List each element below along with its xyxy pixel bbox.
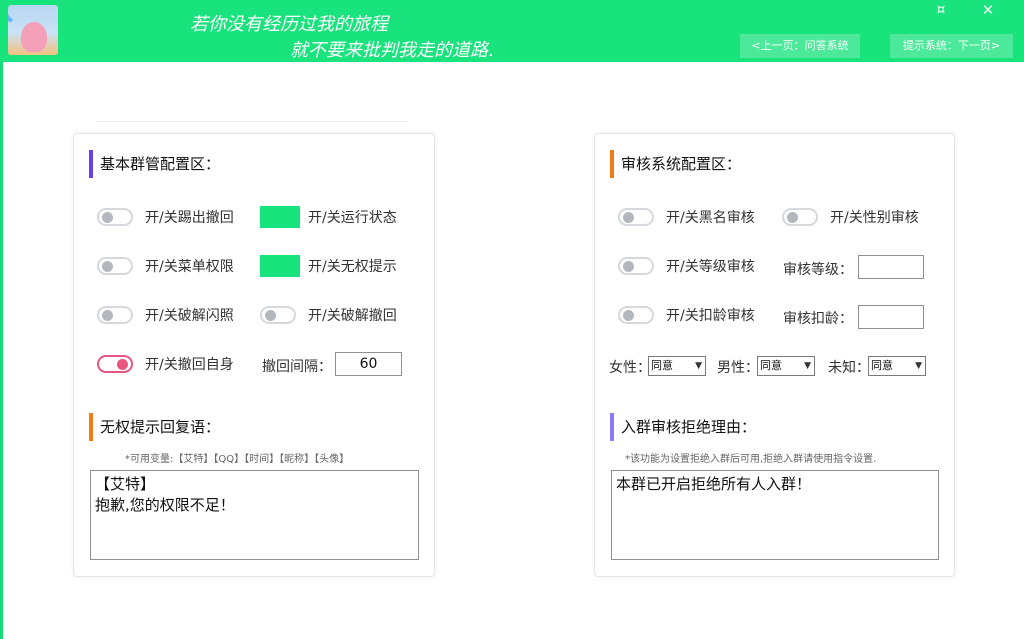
audit-age-input[interactable] bbox=[858, 305, 924, 329]
female-select[interactable]: 同意 ▼ bbox=[648, 356, 706, 376]
female-select-value: 同意 bbox=[651, 359, 673, 372]
window-border bbox=[0, 62, 3, 639]
toggle-switch[interactable] bbox=[97, 355, 133, 373]
male-select-value: 同意 bbox=[760, 359, 782, 372]
accent-bar bbox=[610, 150, 614, 178]
audit-age-label: 审核扣龄： bbox=[783, 311, 853, 327]
audit-config-panel: 审核系统配置区： 开/关黑名审核 开/关性别审核 开/关等级审核 开/关扣龄审核… bbox=[594, 133, 955, 577]
toggle-label: 开/关撤回自身 bbox=[145, 357, 234, 373]
chevron-down-icon: ▼ bbox=[695, 361, 702, 371]
toggle-switch[interactable] bbox=[260, 255, 300, 277]
slogan-line-1: 若你没有经历过我的旅程 bbox=[190, 14, 388, 35]
restore-icon[interactable]: ¤ bbox=[921, 0, 961, 20]
slogan-line-2: 就不要来批判我走的道路. bbox=[290, 40, 494, 61]
toggle-switch[interactable] bbox=[618, 208, 654, 226]
section-title-text: 无权提示回复语： bbox=[100, 418, 221, 436]
toggle-knob bbox=[623, 261, 634, 272]
toggle-switch[interactable] bbox=[260, 206, 300, 228]
toggle-label: 开/关运行状态 bbox=[308, 210, 397, 226]
close-icon[interactable]: ✕ bbox=[968, 0, 1008, 20]
female-label: 女性： bbox=[609, 360, 651, 376]
toggle-switch[interactable] bbox=[260, 306, 296, 324]
patrick-icon bbox=[21, 22, 47, 52]
toggle-knob bbox=[102, 261, 113, 272]
audit-level-input[interactable] bbox=[858, 255, 924, 279]
toggle-label: 开/关踢出撤回 bbox=[145, 210, 234, 226]
toggle-label: 开/关菜单权限 bbox=[145, 259, 234, 275]
unknown-label: 未知： bbox=[828, 360, 870, 376]
section-title-text: 审核系统配置区： bbox=[621, 155, 742, 173]
recall-interval-label: 撤回间隔： bbox=[262, 359, 332, 375]
toggle-knob bbox=[117, 359, 128, 370]
toggle-switch[interactable] bbox=[97, 306, 133, 324]
male-label: 男性： bbox=[717, 360, 759, 376]
chevron-down-icon: ▼ bbox=[804, 361, 811, 371]
accent-bar bbox=[610, 413, 614, 441]
reply-textarea[interactable]: 【艾特】 抱歉,您的权限不足！ bbox=[90, 470, 419, 560]
reject-textarea[interactable]: 本群已开启拒绝所有人入群！ bbox=[611, 470, 939, 560]
chevron-down-icon: ▼ bbox=[915, 361, 922, 371]
avatar[interactable] bbox=[8, 5, 58, 55]
toggle-label: 开/关等级审核 bbox=[666, 259, 755, 275]
toggle-knob bbox=[102, 310, 113, 321]
basic-group-config-panel: 基本群管配置区： 开/关踢出撤回 开/关菜单权限 开/关破解闪照 开/关撤回自身… bbox=[73, 133, 435, 577]
toggle-knob bbox=[623, 212, 634, 223]
toggle-knob bbox=[787, 212, 798, 223]
reject-hint: *该功能为设置拒绝入群后可用,拒绝入群请使用指令设置. bbox=[625, 454, 877, 465]
toggle-label: 开/关破解撤回 bbox=[308, 308, 397, 324]
male-select[interactable]: 同意 ▼ bbox=[757, 356, 815, 376]
toggle-switch[interactable] bbox=[618, 306, 654, 324]
toggle-knob bbox=[623, 310, 634, 321]
accent-bar bbox=[89, 150, 93, 178]
toggle-knob bbox=[102, 212, 113, 223]
divider bbox=[96, 121, 408, 122]
section-title-text: 入群审核拒绝理由： bbox=[621, 418, 757, 436]
toggle-label: 开/关无权提示 bbox=[308, 259, 397, 275]
toggle-label: 开/关性别审核 bbox=[830, 210, 919, 226]
toggle-switch[interactable] bbox=[97, 257, 133, 275]
toggle-switch[interactable] bbox=[97, 208, 133, 226]
toggle-label: 开/关破解闪照 bbox=[145, 308, 234, 324]
section-title-text: 基本群管配置区： bbox=[100, 155, 221, 173]
next-page-button[interactable]: 提示系统：下一页> bbox=[890, 34, 1013, 58]
toggle-knob bbox=[265, 310, 276, 321]
unknown-select-value: 同意 bbox=[871, 359, 893, 372]
variables-hint: *可用变量:【艾特】【QQ】【时间】【昵称】【头像】 bbox=[125, 454, 350, 465]
recall-interval-input[interactable]: 60 bbox=[335, 352, 402, 376]
toggle-label: 开/关扣龄审核 bbox=[666, 308, 755, 324]
unknown-select[interactable]: 同意 ▼ bbox=[868, 356, 926, 376]
audit-level-label: 审核等级： bbox=[783, 262, 853, 278]
prev-page-button[interactable]: <上一页：问答系统 bbox=[740, 34, 860, 58]
title-bar: 若你没有经历过我的旅程 就不要来批判我走的道路. ¤ ✕ <上一页：问答系统 提… bbox=[0, 0, 1024, 62]
toggle-label: 开/关黑名审核 bbox=[666, 210, 755, 226]
toggle-switch[interactable] bbox=[782, 208, 818, 226]
toggle-switch[interactable] bbox=[618, 257, 654, 275]
accent-bar bbox=[89, 413, 93, 441]
